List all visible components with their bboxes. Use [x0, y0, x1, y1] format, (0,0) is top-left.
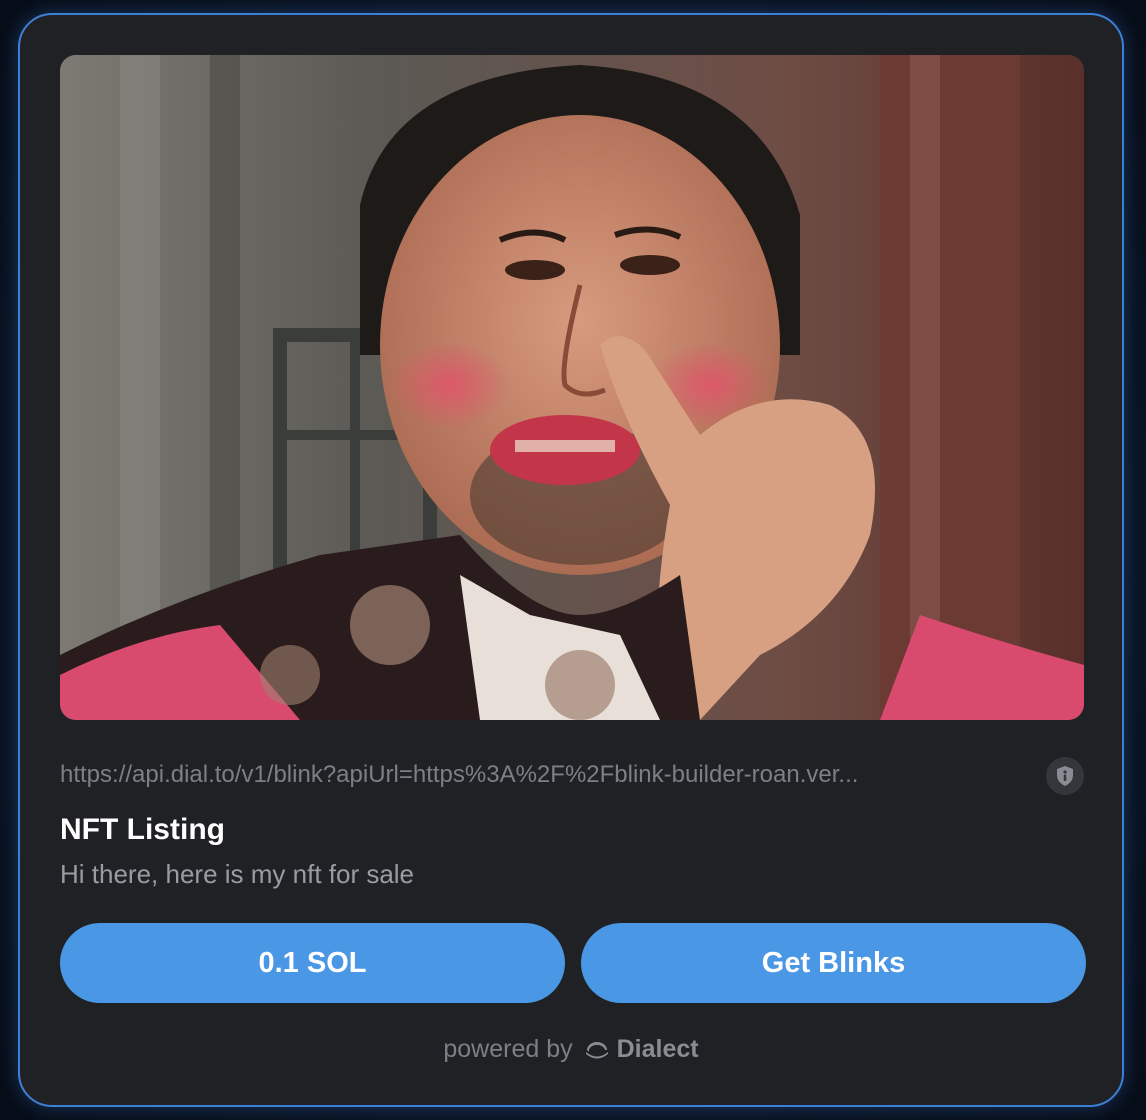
buy-0.1-sol-button[interactable]: 0.1 SOL [60, 923, 565, 1003]
powered-by-footer: powered by Dialect [20, 1035, 1122, 1064]
dialect-brand-name: Dialect [616, 1035, 699, 1063]
nft-image [60, 55, 1084, 720]
get-blinks-button[interactable]: Get Blinks [581, 923, 1086, 1003]
dialect-logo-icon [585, 1041, 608, 1058]
action-url: https://api.dial.to/v1/blink?apiUrl=http… [60, 761, 859, 788]
powered-by-label: powered by [443, 1035, 573, 1063]
card-description: Hi there, here is my nft for sale [60, 859, 415, 889]
security-info-icon[interactable] [1046, 757, 1084, 795]
dialect-brand-link[interactable]: Dialect [583, 1035, 699, 1064]
url-row: https://api.dial.to/v1/blink?apiUrl=http… [60, 757, 1084, 795]
card-title: NFT Listing [60, 813, 225, 846]
blink-card: https://api.dial.to/v1/blink?apiUrl=http… [18, 13, 1124, 1107]
